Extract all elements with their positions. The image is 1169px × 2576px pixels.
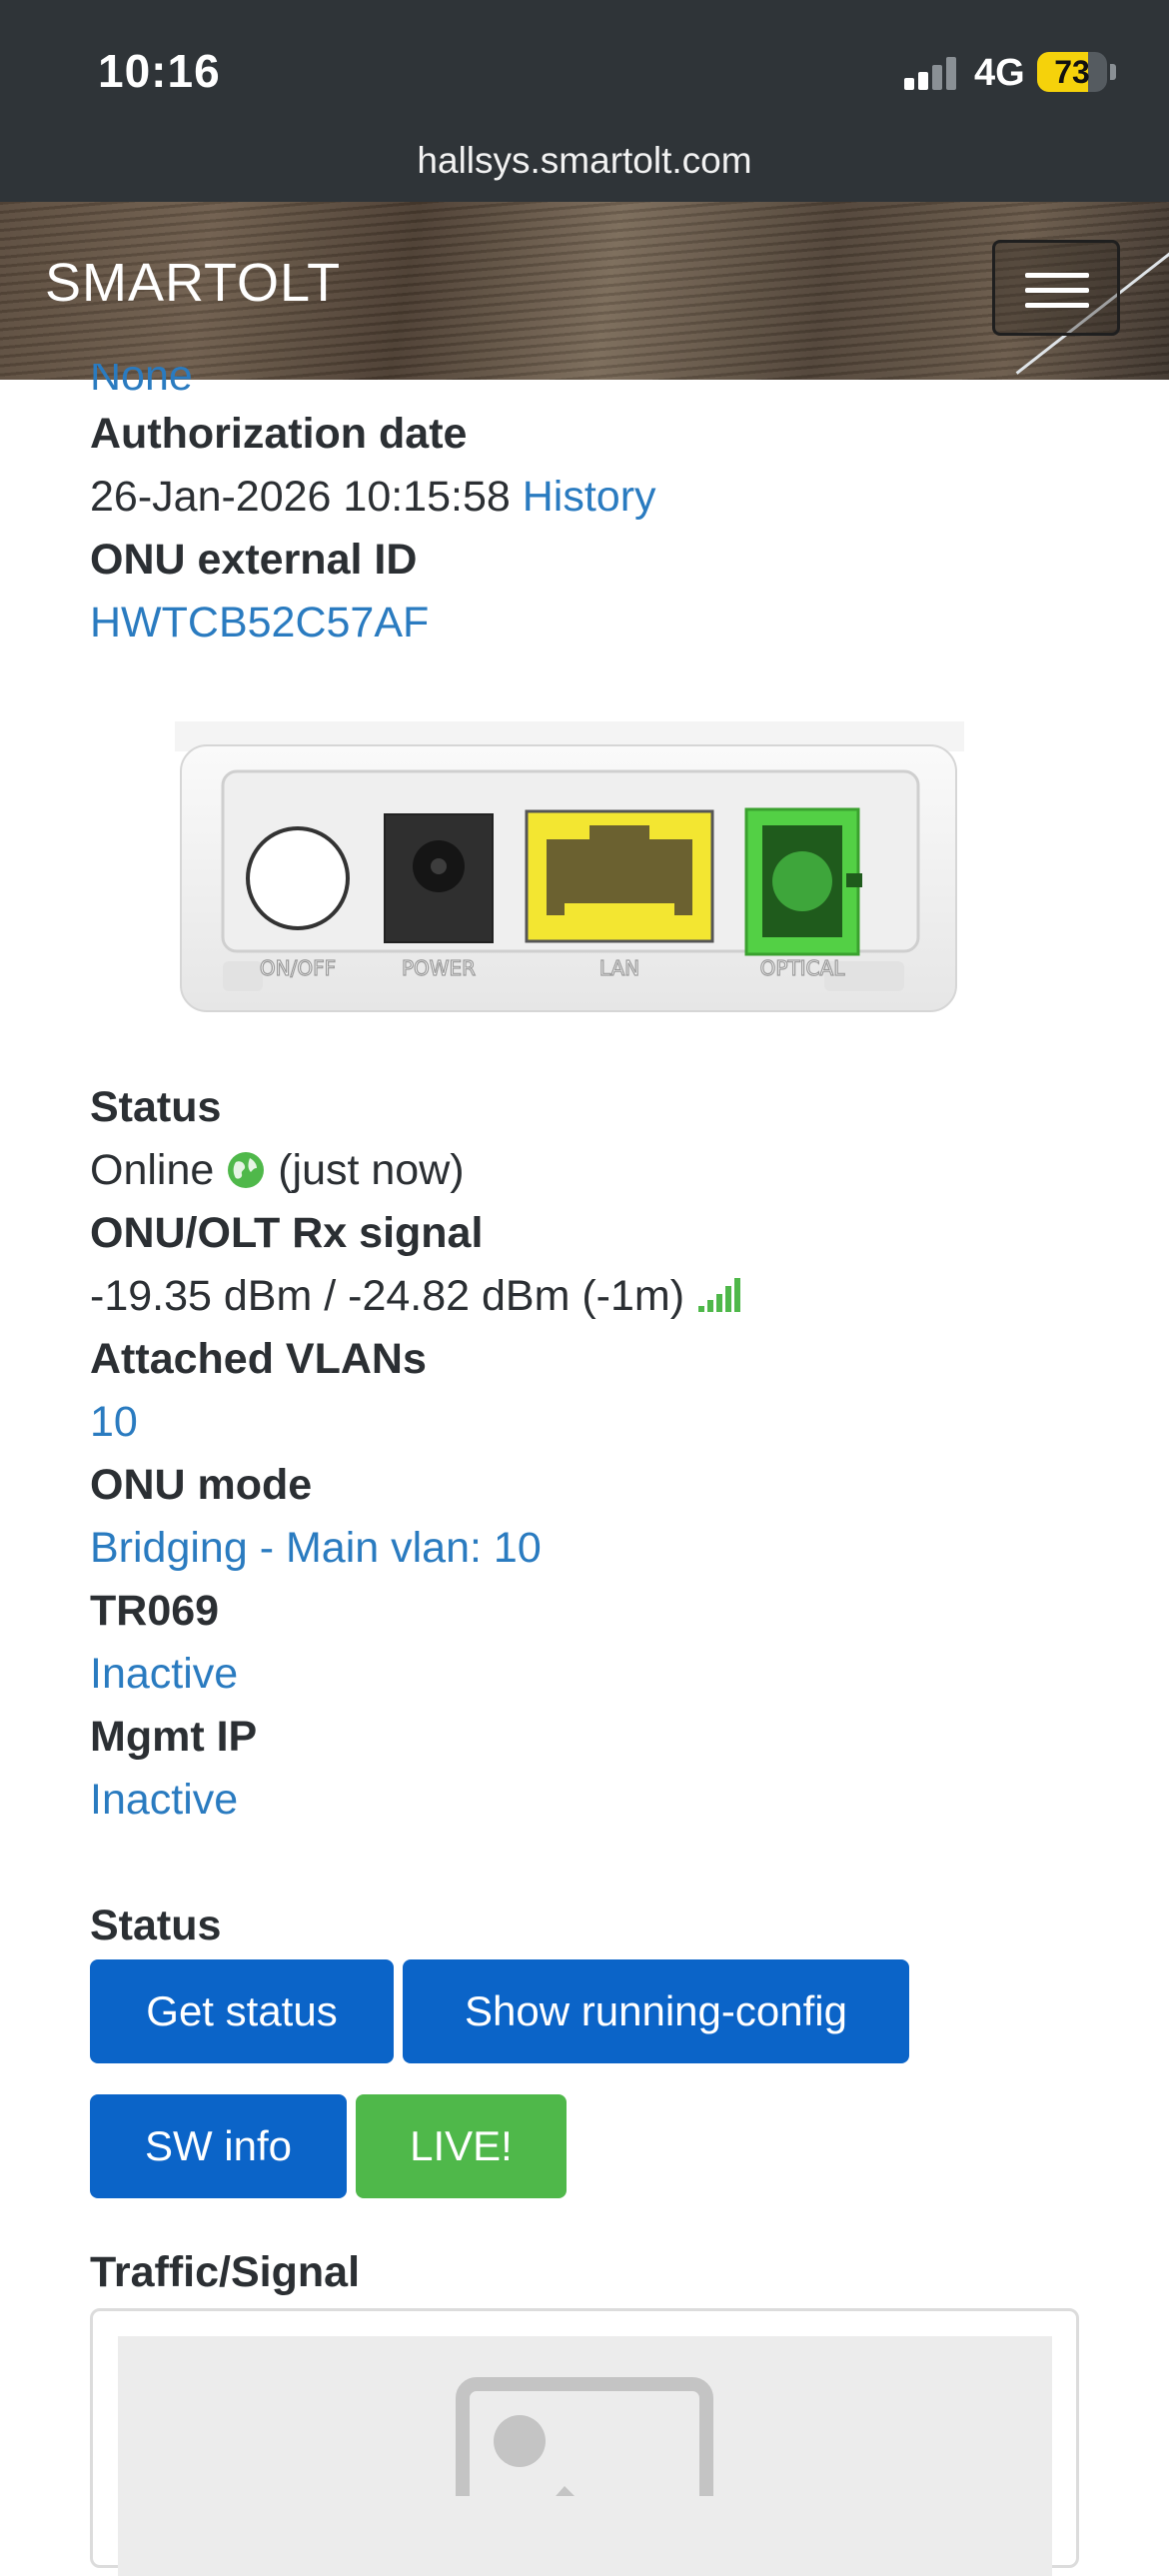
power-switch-icon <box>246 826 350 930</box>
sw-info-button[interactable]: SW info <box>90 2094 347 2198</box>
status-label: Status <box>90 1083 222 1131</box>
battery-tip <box>1110 64 1116 80</box>
brand-logo[interactable]: SMARTOLT <box>45 252 341 314</box>
status-row: Online (just now) <box>90 1146 465 1195</box>
network-type: 4G <box>974 52 1025 94</box>
authorization-date-label: Authorization date <box>90 410 468 458</box>
onu-mode-value[interactable]: Bridging - Main vlan: 10 <box>90 1524 542 1573</box>
status-time: (just now) <box>278 1146 465 1194</box>
onu-device-image: ON/OFF POWER LAN OPTICAL <box>175 721 964 1012</box>
external-id-label: ONU external ID <box>90 536 418 584</box>
rx-signal-label: ONU/OLT Rx signal <box>90 1209 484 1257</box>
traffic-signal-panel <box>90 2308 1079 2576</box>
authorization-date-value: 26-Jan-2026 10:15:58 <box>90 473 511 521</box>
onu-mode-label: ONU mode <box>90 1461 313 1509</box>
rx-signal-row: -19.35 dBm / -24.82 dBm (-1m) <box>90 1272 744 1321</box>
image-placeholder-icon <box>456 2377 713 2496</box>
external-id-value[interactable]: HWTCB52C57AF <box>90 599 429 647</box>
vlans-label: Attached VLANs <box>90 1335 427 1383</box>
get-status-button[interactable]: Get status <box>90 1959 394 2063</box>
live-button[interactable]: LIVE! <box>356 2094 567 2198</box>
vlans-value[interactable]: 10 <box>90 1398 138 1447</box>
tr069-value[interactable]: Inactive <box>90 1650 238 1699</box>
rx-signal-value: -19.35 dBm / -24.82 dBm (-1m) <box>90 1272 685 1320</box>
history-link[interactable]: History <box>523 473 656 521</box>
graph-placeholder <box>118 2336 1052 2576</box>
ios-status-bar: 10:16 4G 73 <box>0 0 1169 140</box>
tr069-label: TR069 <box>90 1587 220 1635</box>
mgmt-ip-value[interactable]: Inactive <box>90 1776 238 1825</box>
traffic-signal-label: Traffic/Signal <box>90 2248 361 2296</box>
port-label-lan: LAN <box>599 956 639 980</box>
authorization-date-row: 26-Jan-2026 10:15:58 History <box>90 473 656 522</box>
port-label-optical: OPTICAL <box>760 956 846 980</box>
hamburger-menu-icon[interactable] <box>992 240 1120 336</box>
url-bar[interactable]: hallsys.smartolt.com <box>0 140 1169 202</box>
battery-percent: 73 <box>1054 54 1090 90</box>
globe-icon <box>228 1152 265 1188</box>
mgmt-ip-label: Mgmt IP <box>90 1713 258 1761</box>
url-text: hallsys.smartolt.com <box>417 140 752 181</box>
port-label-on-off: ON/OFF <box>260 956 336 980</box>
clock: 10:16 <box>98 45 221 97</box>
show-running-config-button[interactable]: Show running-config <box>403 1959 909 2063</box>
status-value: Online <box>90 1146 215 1194</box>
cellular-signal-icon <box>904 56 960 90</box>
port-label-power: POWER <box>402 956 476 980</box>
battery-icon: 73 <box>1037 52 1107 92</box>
actions-status-label: Status <box>90 1902 222 1949</box>
signal-bars-icon <box>698 1278 741 1312</box>
